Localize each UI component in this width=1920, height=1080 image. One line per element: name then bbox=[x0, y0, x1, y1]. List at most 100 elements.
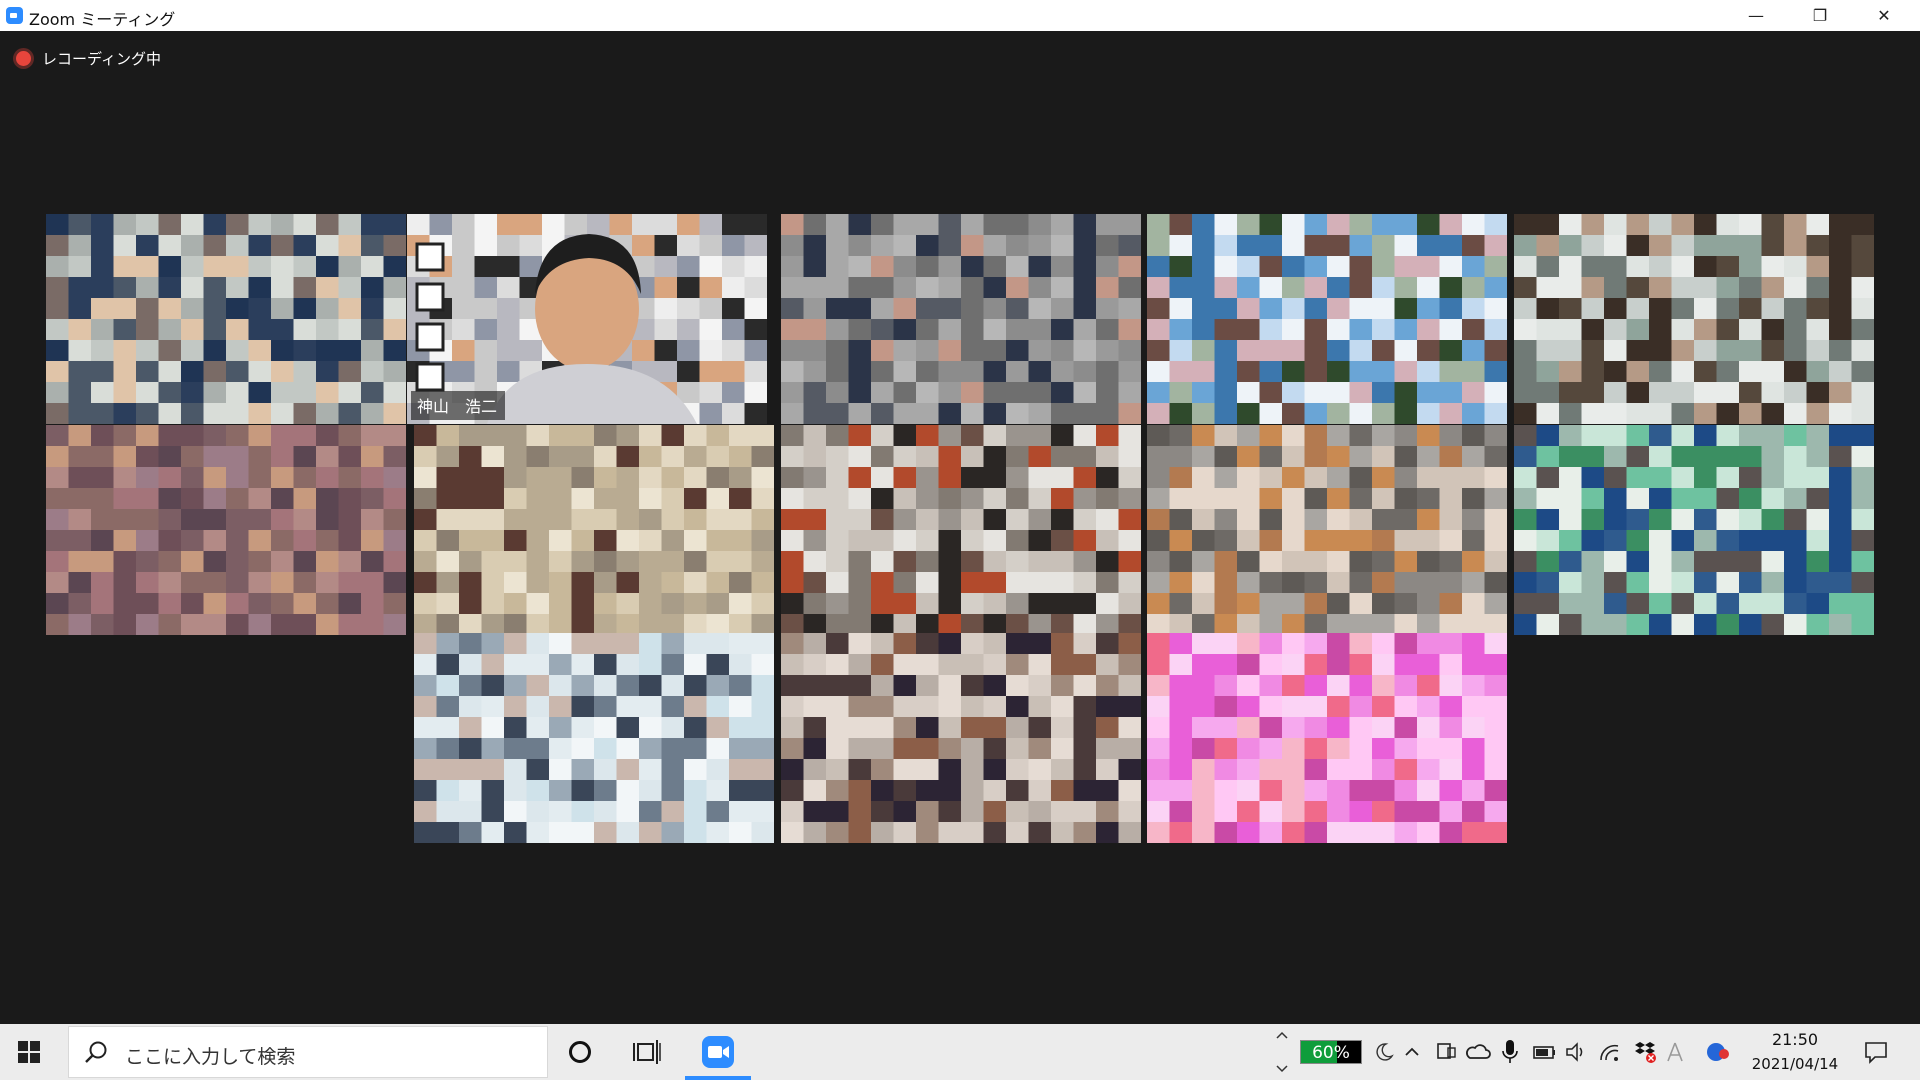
video-pixel bbox=[414, 801, 438, 823]
video-pixel bbox=[1237, 277, 1261, 299]
video-pixel bbox=[1671, 298, 1695, 320]
video-pixel bbox=[1694, 467, 1718, 489]
video-pixel bbox=[1006, 696, 1030, 718]
video-pixel bbox=[1349, 738, 1373, 760]
taskbar-search-box[interactable]: ここに入力して検索 bbox=[68, 1026, 548, 1078]
video-pixel bbox=[1349, 614, 1373, 635]
video-tile[interactable] bbox=[1514, 425, 1874, 635]
video-pixel bbox=[803, 717, 827, 739]
chevron-up-icon[interactable] bbox=[1272, 1028, 1292, 1076]
video-feed bbox=[1147, 633, 1507, 843]
video-pixel bbox=[616, 759, 640, 781]
wifi-icon[interactable] bbox=[1598, 1040, 1624, 1064]
chat-bubble-icon[interactable] bbox=[1704, 1038, 1732, 1066]
video-pixel bbox=[983, 675, 1007, 697]
speaker-icon[interactable] bbox=[1564, 1040, 1588, 1064]
video-pixel bbox=[1192, 361, 1216, 383]
video-pixel bbox=[893, 319, 917, 341]
video-pixel bbox=[361, 214, 385, 236]
video-pixel bbox=[938, 446, 962, 468]
video-pixel bbox=[1417, 425, 1441, 447]
video-pixel bbox=[497, 235, 521, 257]
dropbox-icon[interactable] bbox=[1632, 1038, 1658, 1064]
video-tile[interactable] bbox=[414, 425, 774, 635]
restore-button[interactable]: ❐ bbox=[1792, 0, 1848, 31]
video-pixel bbox=[526, 633, 550, 655]
video-pixel bbox=[1028, 551, 1052, 573]
video-pixel bbox=[1304, 425, 1328, 447]
video-tile[interactable] bbox=[1147, 633, 1507, 843]
video-pixel bbox=[459, 696, 483, 718]
video-tile-active-speaker[interactable]: 神山 浩二 bbox=[407, 214, 767, 424]
video-pixel bbox=[1259, 382, 1283, 404]
notification-icon[interactable] bbox=[1862, 1038, 1890, 1066]
video-tile[interactable] bbox=[781, 633, 1141, 843]
video-pixel bbox=[1536, 361, 1560, 383]
task-view-icon[interactable] bbox=[633, 1039, 661, 1065]
video-pixel bbox=[1051, 361, 1075, 383]
video-tile[interactable] bbox=[414, 633, 774, 843]
video-pixel bbox=[316, 382, 340, 404]
video-tile[interactable] bbox=[1147, 425, 1507, 635]
video-pixel bbox=[361, 277, 385, 299]
video-tile[interactable] bbox=[781, 425, 1141, 635]
video-pixel bbox=[1604, 509, 1628, 531]
zoom-app-icon[interactable] bbox=[701, 1035, 735, 1069]
video-tile[interactable] bbox=[46, 425, 406, 635]
close-button[interactable]: ✕ bbox=[1856, 0, 1912, 31]
video-pixel bbox=[338, 277, 362, 299]
video-pixel bbox=[616, 467, 640, 489]
video-tile[interactable] bbox=[1147, 214, 1507, 424]
video-pixel bbox=[983, 509, 1007, 531]
network-icon[interactable] bbox=[1434, 1040, 1458, 1064]
video-pixel bbox=[594, 425, 618, 447]
video-tile[interactable] bbox=[1514, 214, 1874, 424]
video-pixel bbox=[1604, 572, 1628, 594]
video-pixel bbox=[744, 277, 767, 299]
video-pixel bbox=[729, 614, 753, 635]
video-pixel bbox=[1439, 467, 1463, 489]
video-pixel bbox=[1484, 425, 1507, 447]
video-pixel bbox=[1259, 214, 1283, 236]
video-pixel bbox=[1514, 551, 1538, 573]
video-pixel bbox=[504, 425, 528, 447]
video-pixel bbox=[1536, 572, 1560, 594]
video-pixel bbox=[871, 467, 895, 489]
video-pixel bbox=[181, 425, 205, 447]
battery-icon[interactable] bbox=[1530, 1040, 1558, 1064]
video-pixel bbox=[1716, 530, 1740, 552]
video-tile[interactable] bbox=[46, 214, 406, 424]
video-pixel bbox=[316, 340, 340, 362]
video-pixel bbox=[826, 738, 850, 760]
video-tile[interactable] bbox=[781, 214, 1141, 424]
cortana-icon[interactable] bbox=[567, 1039, 593, 1065]
video-pixel bbox=[751, 530, 774, 552]
video-pixel bbox=[706, 551, 730, 573]
video-pixel bbox=[1349, 822, 1373, 843]
minimize-button[interactable]: — bbox=[1728, 0, 1784, 31]
video-pixel bbox=[504, 738, 528, 760]
video-pixel bbox=[526, 446, 550, 468]
video-pixel bbox=[1417, 696, 1441, 718]
video-pixel bbox=[1073, 214, 1097, 236]
video-pixel bbox=[983, 614, 1007, 635]
video-pixel bbox=[916, 214, 940, 236]
recording-indicator[interactable]: レコーディング中 bbox=[16, 48, 161, 69]
ime-icon[interactable] bbox=[1664, 1040, 1686, 1064]
search-icon bbox=[83, 1040, 109, 1066]
video-pixel bbox=[983, 759, 1007, 781]
moon-icon[interactable] bbox=[1374, 1042, 1394, 1062]
chevron-up-icon[interactable] bbox=[1402, 1042, 1422, 1062]
battery-meter[interactable]: 60% bbox=[1300, 1040, 1362, 1064]
video-pixel bbox=[1327, 654, 1351, 676]
video-pixel bbox=[1304, 340, 1328, 362]
video-pixel bbox=[136, 298, 160, 320]
onedrive-icon[interactable] bbox=[1464, 1040, 1492, 1064]
video-pixel bbox=[916, 572, 940, 594]
video-pixel bbox=[848, 509, 872, 531]
video-pixel bbox=[1096, 654, 1120, 676]
microphone-icon[interactable] bbox=[1500, 1038, 1520, 1066]
windows-start-icon[interactable] bbox=[18, 1041, 40, 1063]
video-pixel bbox=[1372, 340, 1396, 362]
system-clock[interactable]: 21:50 2021/04/14 bbox=[1740, 1030, 1850, 1073]
